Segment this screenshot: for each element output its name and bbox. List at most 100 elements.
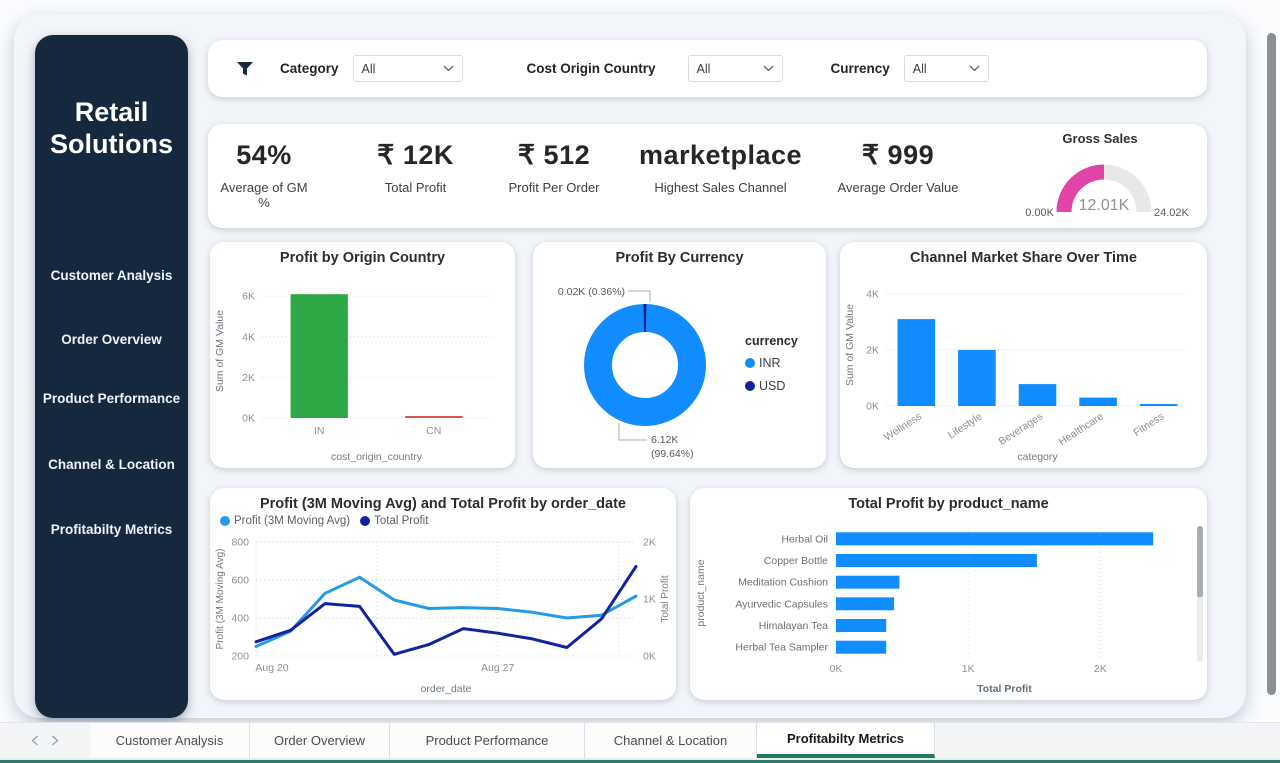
bar-IN [291, 294, 348, 418]
svg-text:200: 200 [231, 651, 249, 663]
tab-label: Product Performance [426, 733, 549, 748]
chart-card-profit-by-origin-country: Profit by Origin Country 0K2K4K6KINCNSum… [210, 242, 515, 468]
bar-Herbal Tea Sampler [836, 641, 886, 654]
svg-text:0K: 0K [866, 401, 879, 413]
bar-Ayurvedic Capsules [836, 597, 894, 610]
tab-channel-location[interactable]: Channel & Location [585, 723, 757, 758]
sidebar-item-profitability-metrics[interactable]: Profitabilty Metrics [35, 522, 188, 537]
next-page-arrow-icon[interactable] [51, 735, 59, 746]
page-tab-bar: Customer Analysis Order Overview Product… [0, 722, 1280, 758]
tab-product-performance[interactable]: Product Performance [390, 723, 585, 758]
svg-text:2K: 2K [866, 344, 879, 356]
svg-text:2K: 2K [242, 372, 255, 384]
legend-item-moving-avg[interactable]: Profit (3M Moving Avg) [220, 515, 350, 527]
prev-page-arrow-icon[interactable] [31, 735, 39, 746]
bar-Wellness [898, 319, 936, 406]
legend-dot-inr [745, 358, 755, 368]
sidebar-item-customer-analysis[interactable]: Customer Analysis [35, 268, 188, 283]
svg-text:800: 800 [231, 537, 249, 549]
line-chart-profit-trend[interactable]: 2004006008000K1K2KAug 20Aug 27Profit (3M… [210, 534, 676, 701]
bar-chart-origin-country[interactable]: 0K2K4K6KINCNSum of GM Valuecost_origin_c… [210, 272, 515, 469]
kpi-value: ₹ 512 [494, 140, 614, 171]
bar-chart-channel-share[interactable]: 0K2K4KWellnessLifestyleBeveragesHealthca… [840, 272, 1207, 469]
category-dropdown-value: All [362, 62, 376, 76]
chart-card-channel-market-share: Channel Market Share Over Time 0K2K4KWel… [840, 242, 1207, 468]
svg-text:CN: CN [426, 425, 441, 437]
kpi-highest-sales-channel: marketplace Highest Sales Channel [628, 140, 813, 195]
bar-Healthcare [1079, 398, 1117, 406]
legend-label: INR [759, 356, 781, 370]
chevron-down-icon [443, 65, 454, 72]
svg-text:Fitness: Fitness [1131, 410, 1166, 438]
legend-item-usd[interactable]: USD [745, 379, 798, 393]
svg-text:400: 400 [231, 613, 249, 625]
svg-text:600: 600 [231, 575, 249, 587]
currency-dropdown-value: All [913, 62, 927, 76]
sidebar-item-channel-location[interactable]: Channel & Location [35, 457, 188, 472]
filter-funnel-icon [236, 61, 254, 77]
tab-order-overview[interactable]: Order Overview [250, 723, 390, 758]
svg-text:0K: 0K [242, 413, 255, 425]
tab-label: Profitabilty Metrics [787, 731, 904, 746]
hbar-chart-product-profit[interactable]: 0K1K2KHerbal OilCopper BottleMeditation … [690, 516, 1207, 701]
sidebar-item-product-performance[interactable]: Product Performance [35, 391, 188, 406]
svg-text:0K: 0K [643, 651, 656, 663]
chart-card-profit-by-product: Total Profit by product_name 0K1K2KHerba… [690, 488, 1207, 700]
dashboard-page: Retail Solutions Customer Analysis Order… [0, 0, 1280, 763]
sidebar: Retail Solutions Customer Analysis Order… [35, 35, 188, 718]
category-filter-label: Category [280, 61, 339, 76]
chart-card-profit-trend: Profit (3M Moving Avg) and Total Profit … [210, 488, 676, 700]
kpi-value: ₹ 999 [823, 140, 973, 171]
kpi-label: Average of GM % [214, 180, 314, 210]
gauge-title: Gross Sales [1000, 131, 1200, 146]
svg-text:1K: 1K [643, 594, 656, 606]
currency-dropdown[interactable]: All [904, 55, 989, 82]
tab-profitability-metrics[interactable]: Profitabilty Metrics [757, 723, 935, 758]
legend-label: USD [759, 379, 785, 393]
cost-origin-country-filter-label: Cost Origin Country [527, 61, 656, 76]
kpi-label: Highest Sales Channel [628, 180, 813, 195]
legend-item-total-profit[interactable]: Total Profit [360, 515, 428, 527]
bar-Meditation Cushion [836, 576, 899, 589]
svg-text:Healthcare: Healthcare [1057, 410, 1106, 448]
legend-label: Profit (3M Moving Avg) [234, 515, 350, 527]
bar-Fitness [1140, 404, 1178, 406]
bar-Lifestyle [958, 350, 996, 406]
svg-text:0K: 0K [830, 663, 843, 675]
currency-filter-label: Currency [831, 61, 890, 76]
chart-scrollbar-thumb [1197, 526, 1203, 598]
svg-text:cost_origin_country: cost_origin_country [331, 451, 423, 463]
tab-navigation [0, 723, 90, 758]
line-chart-legend: Profit (3M Moving Avg) Total Profit [220, 515, 428, 527]
svg-text:Total Profit: Total Profit [660, 575, 671, 622]
kpi-profit-per-order: ₹ 512 Profit Per Order [494, 140, 614, 195]
kpi-average-order-value: ₹ 999 Average Order Value [823, 140, 973, 195]
gross-sales-gauge[interactable]: Gross Sales 12.01K0.00K24.02K [986, 126, 1200, 226]
category-dropdown[interactable]: All [353, 55, 463, 82]
tab-label: Customer Analysis [116, 733, 224, 748]
cost-origin-country-dropdown[interactable]: All [688, 55, 783, 82]
sidebar-item-order-overview[interactable]: Order Overview [35, 332, 188, 347]
svg-text:Aug 27: Aug 27 [481, 662, 514, 674]
svg-text:IN: IN [314, 425, 325, 437]
chart-title: Total Profit by product_name [690, 496, 1207, 512]
svg-text:4K: 4K [866, 288, 879, 300]
svg-text:product_name: product_name [695, 559, 707, 626]
gauge-arc: 12.01K0.00K24.02K [1000, 148, 1200, 225]
svg-text:Copper Bottle: Copper Bottle [764, 555, 828, 567]
svg-text:6.12K: 6.12K [651, 434, 678, 446]
chart-title: Channel Market Share Over Time [840, 250, 1207, 266]
kpi-label: Profit Per Order [494, 180, 614, 195]
kpi-value: 54% [214, 140, 314, 171]
svg-text:Sum of GM Value: Sum of GM Value [214, 310, 226, 392]
svg-text:Herbal Oil: Herbal Oil [781, 533, 828, 545]
tab-customer-analysis[interactable]: Customer Analysis [90, 723, 250, 758]
chart-title: Profit by Origin Country [210, 250, 515, 266]
kpi-row: 54% Average of GM % ₹ 12K Total Profit ₹… [208, 124, 1207, 228]
bar-CN [405, 416, 462, 418]
page-scrollbar[interactable] [1267, 33, 1276, 695]
legend-title: currency [745, 334, 798, 348]
legend-item-inr[interactable]: INR [745, 356, 798, 370]
kpi-label: Average Order Value [823, 180, 973, 195]
svg-text:12.01K: 12.01K [1079, 197, 1130, 214]
